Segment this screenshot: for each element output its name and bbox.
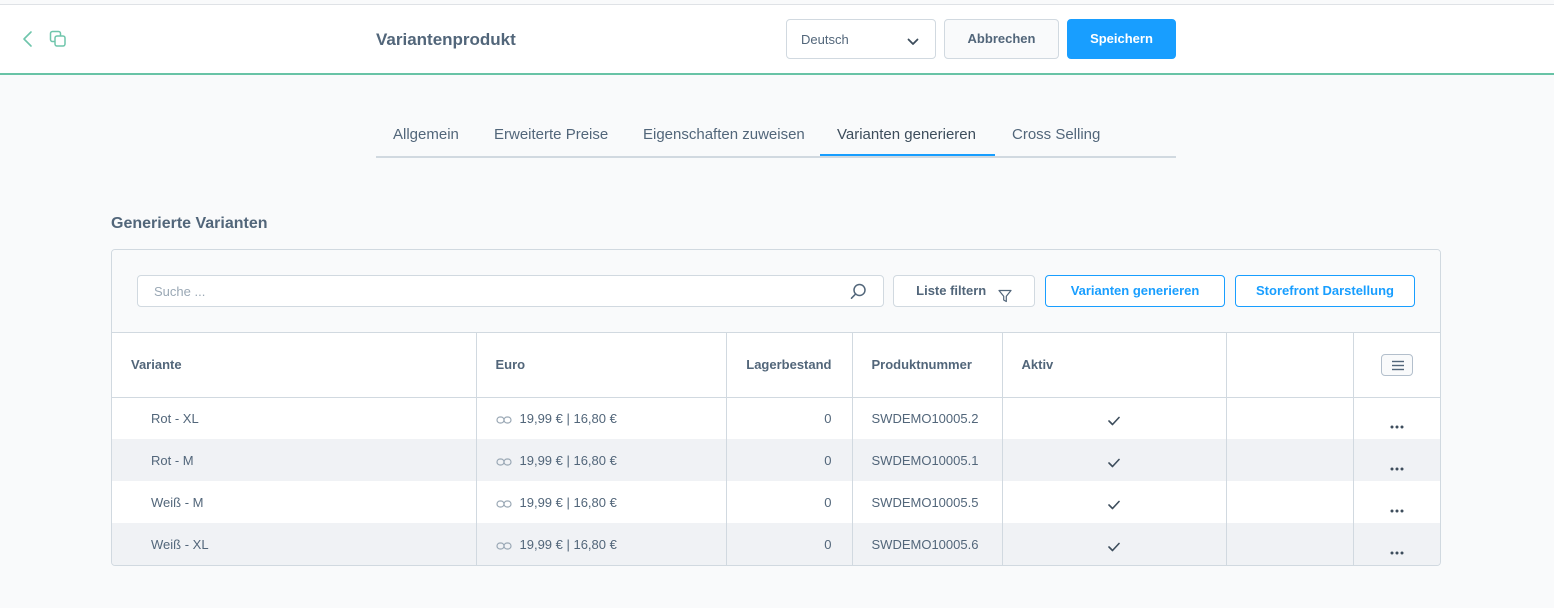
ellipsis-icon[interactable] <box>1390 459 1404 471</box>
table-header-row: Variante Euro Lagerbestand Produktnummer… <box>112 333 1440 398</box>
variant-name: Rot - XL <box>112 397 477 439</box>
filter-list-button[interactable]: Liste filtern <box>893 275 1035 307</box>
column-settings-cell <box>1353 333 1440 398</box>
ellipsis-icon[interactable] <box>1390 543 1404 555</box>
variant-name: Weiß - XL <box>112 523 477 565</box>
variants-card: Liste filtern Varianten generieren Store… <box>111 249 1441 566</box>
active-cell <box>1002 439 1227 481</box>
price-value: 19,99 € | 16,80 € <box>519 494 617 510</box>
checkmark-icon <box>1108 414 1120 426</box>
active-cell <box>1002 523 1227 565</box>
link-icon[interactable] <box>495 539 512 550</box>
link-icon[interactable] <box>495 413 512 424</box>
product-number: SWDEMO10005.1 <box>852 439 1003 481</box>
table-row[interactable]: Weiß - XL 19,99 € | 16,80 € 0 SWDEMO1000… <box>112 523 1440 565</box>
ellipsis-icon[interactable] <box>1390 417 1404 429</box>
row-actions-cell <box>1353 397 1440 439</box>
empty-cell <box>1226 397 1354 439</box>
product-number: SWDEMO10005.2 <box>852 397 1003 439</box>
row-actions-cell <box>1353 481 1440 523</box>
variants-toolbar: Liste filtern Varianten generieren Store… <box>112 250 1440 333</box>
funnel-icon <box>998 284 1012 302</box>
active-cell <box>1002 397 1227 439</box>
column-header-stock[interactable]: Lagerbestand <box>726 333 853 398</box>
tab-generate-variants[interactable]: Varianten generieren <box>837 126 976 143</box>
tab-general[interactable]: Allgemein <box>393 126 459 143</box>
chevron-down-icon <box>907 35 919 45</box>
price-value: 19,99 € | 16,80 € <box>519 452 617 468</box>
stock-value: 0 <box>726 523 853 565</box>
link-icon[interactable] <box>495 455 512 466</box>
empty-cell <box>1226 439 1354 481</box>
stock-value: 0 <box>726 439 853 481</box>
active-tab-indicator <box>820 154 995 156</box>
cancel-button[interactable]: Abbrechen <box>944 19 1059 59</box>
variants-table: Variante Euro Lagerbestand Produktnummer… <box>112 333 1440 565</box>
filter-list-label: Liste filtern <box>916 283 987 298</box>
table-row[interactable]: Rot - XL 19,99 € | 16,80 € 0 SWDEMO10005… <box>112 397 1440 439</box>
search-icon[interactable] <box>850 283 867 300</box>
checkmark-icon <box>1108 456 1120 468</box>
price-cell: 19,99 € | 16,80 € <box>476 481 727 523</box>
link-icon[interactable] <box>495 497 512 508</box>
price-value: 19,99 € | 16,80 € <box>519 536 617 552</box>
chevron-left-icon[interactable] <box>20 30 36 48</box>
active-cell <box>1002 481 1227 523</box>
column-header-variant[interactable]: Variante <box>112 333 477 398</box>
product-number: SWDEMO10005.6 <box>852 523 1003 565</box>
generate-variants-button[interactable]: Varianten generieren <box>1045 275 1225 307</box>
column-header-empty <box>1226 333 1354 398</box>
price-cell: 19,99 € | 16,80 € <box>476 397 727 439</box>
copy-icon[interactable] <box>49 30 67 48</box>
ellipsis-icon[interactable] <box>1390 501 1404 513</box>
language-select[interactable]: Deutsch <box>786 19 936 59</box>
column-settings-button[interactable] <box>1380 353 1413 376</box>
price-cell: 19,99 € | 16,80 € <box>476 439 727 481</box>
price-value: 19,99 € | 16,80 € <box>519 410 617 426</box>
empty-cell <box>1226 481 1354 523</box>
table-row[interactable]: Rot - M 19,99 € | 16,80 € 0 SWDEMO10005.… <box>112 439 1440 481</box>
language-select-value: Deutsch <box>801 32 849 47</box>
section-title: Generierte Varianten <box>111 215 268 232</box>
tab-assign-properties[interactable]: Eigenschaften zuweisen <box>643 126 805 143</box>
column-header-product-number[interactable]: Produktnummer <box>852 333 1003 398</box>
app-header: Variantenprodukt Deutsch Abbrechen Speic… <box>0 5 1554 75</box>
search-field[interactable] <box>137 275 884 307</box>
column-header-price[interactable]: Euro <box>476 333 727 398</box>
tab-cross-selling[interactable]: Cross Selling <box>1012 126 1100 143</box>
search-input[interactable] <box>138 276 818 306</box>
price-cell: 19,99 € | 16,80 € <box>476 523 727 565</box>
variant-name: Rot - M <box>112 439 477 481</box>
row-actions-cell <box>1353 523 1440 565</box>
page-title: Variantenprodukt <box>376 30 516 49</box>
product-number: SWDEMO10005.5 <box>852 481 1003 523</box>
table-row[interactable]: Weiß - M 19,99 € | 16,80 € 0 SWDEMO10005… <box>112 481 1440 523</box>
row-actions-cell <box>1353 439 1440 481</box>
list-icon <box>1391 360 1404 370</box>
checkmark-icon <box>1108 498 1120 510</box>
checkmark-icon <box>1108 540 1120 552</box>
save-button[interactable]: Speichern <box>1067 19 1176 59</box>
stock-value: 0 <box>726 481 853 523</box>
column-header-active[interactable]: Aktiv <box>1002 333 1227 398</box>
tab-advanced-prices[interactable]: Erweiterte Preise <box>494 126 608 143</box>
empty-cell <box>1226 523 1354 565</box>
storefront-display-button[interactable]: Storefront Darstellung <box>1235 275 1415 307</box>
tab-bar: Allgemein Erweiterte Preise Eigenschafte… <box>376 118 1176 158</box>
variant-name: Weiß - M <box>112 481 477 523</box>
stock-value: 0 <box>726 397 853 439</box>
